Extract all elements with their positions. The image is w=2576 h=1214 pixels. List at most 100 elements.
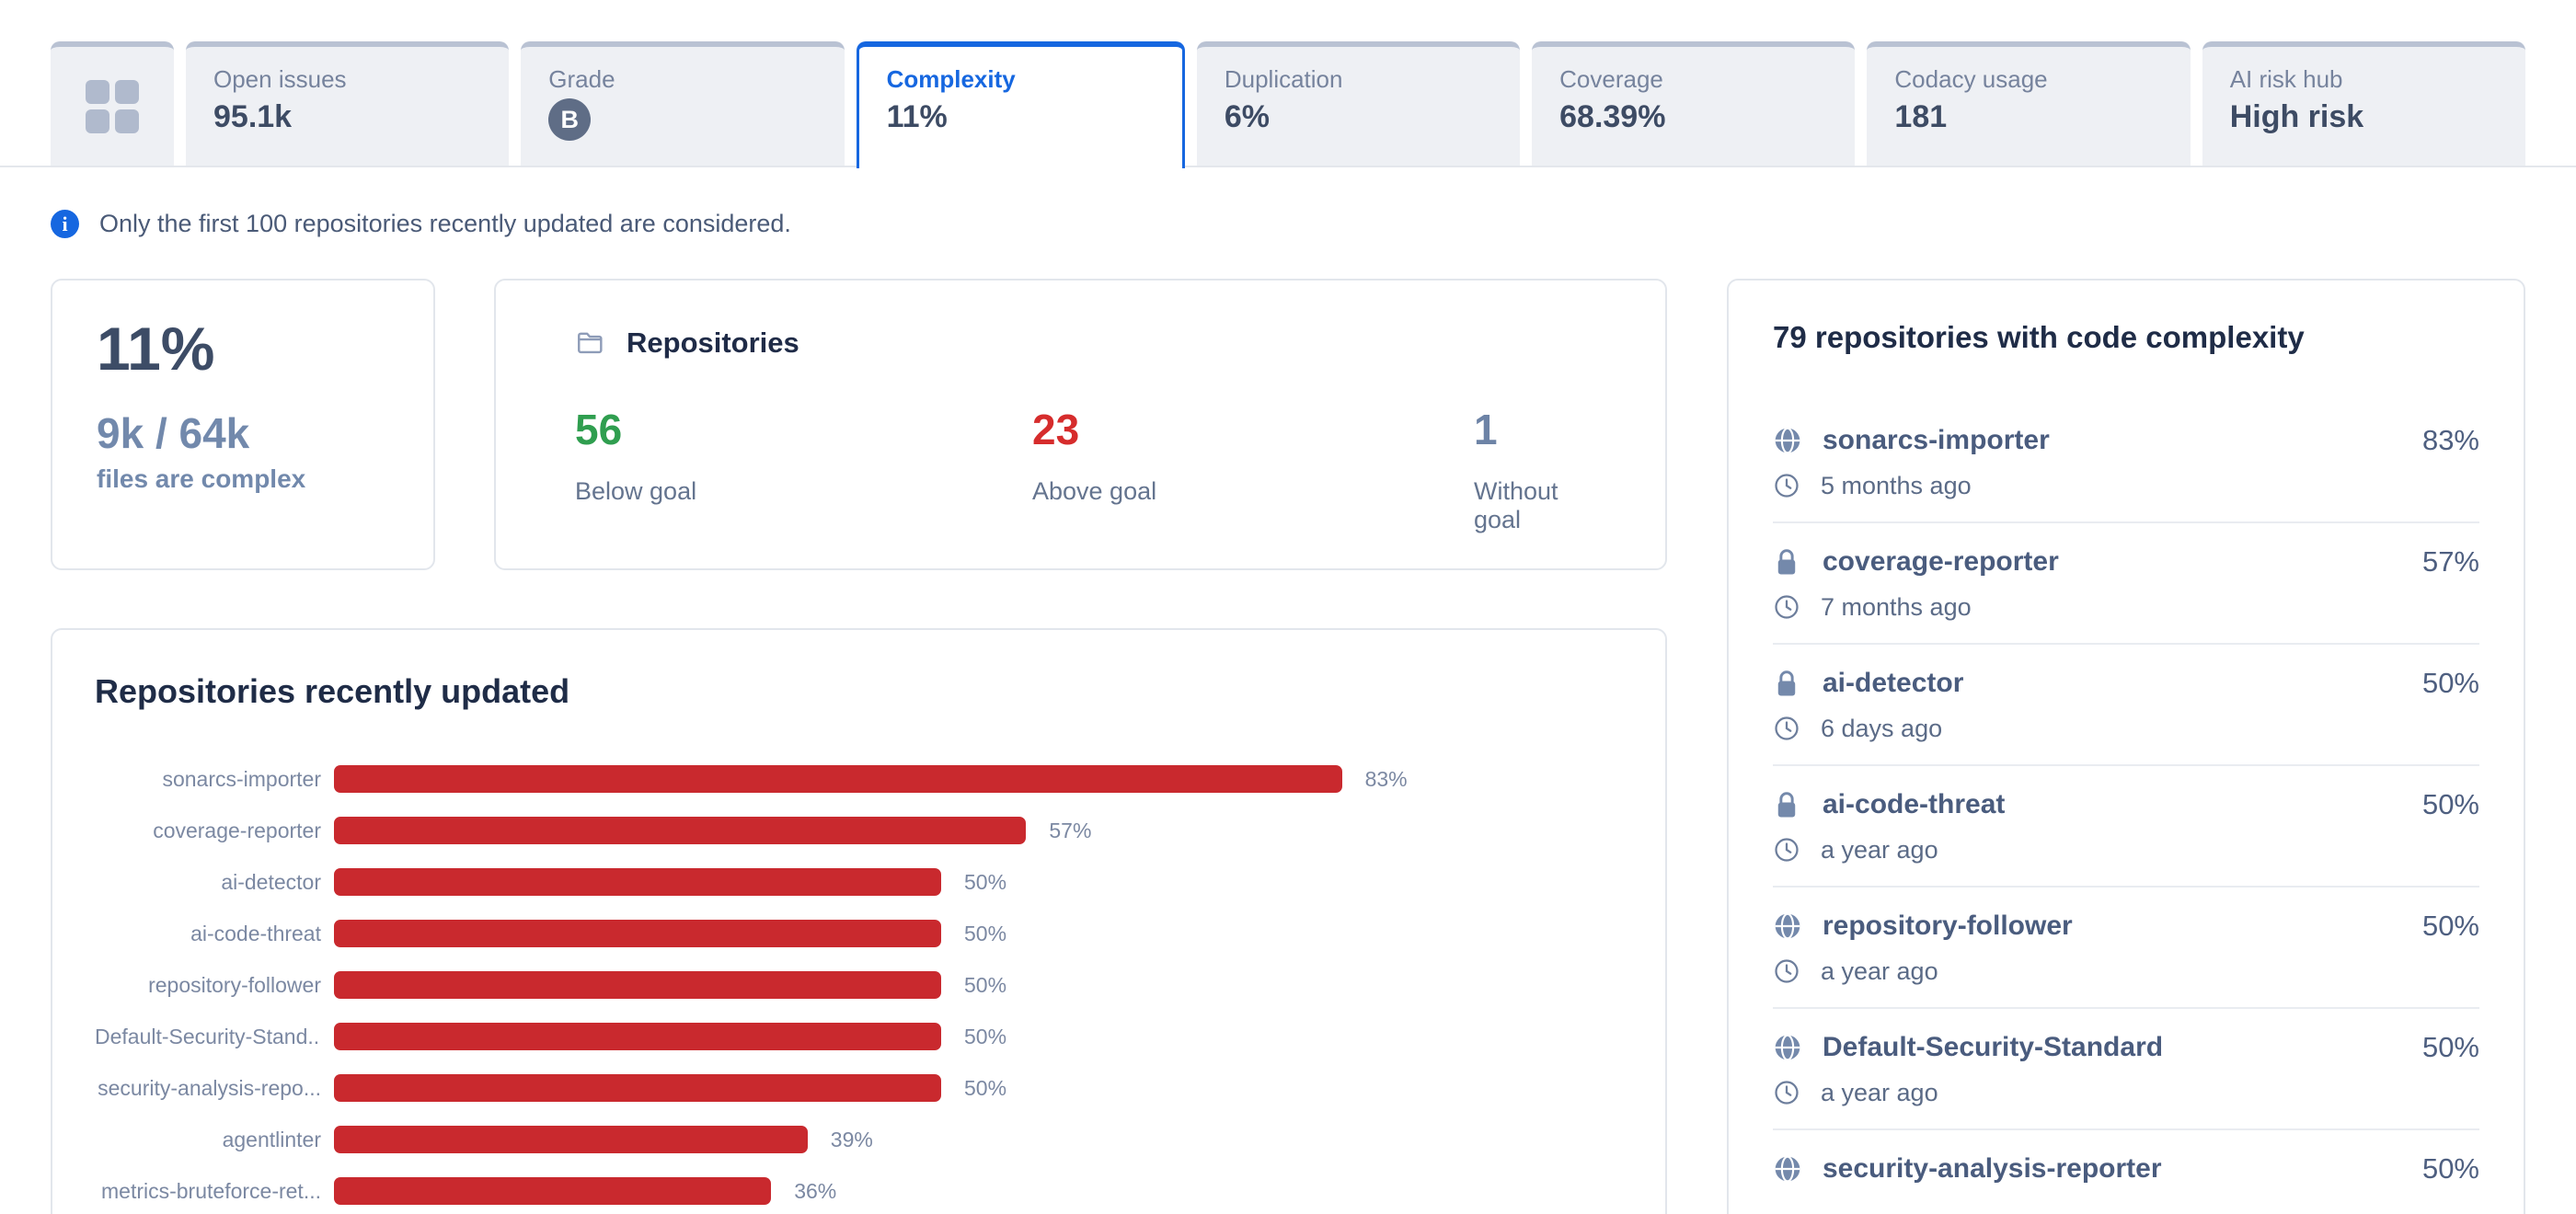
clock-icon <box>1773 593 1800 621</box>
bar-category-label: ai-detector <box>95 870 321 895</box>
without-goal-value: 1 <box>1474 406 1586 453</box>
repo-complexity-percent: 50% <box>2422 910 2479 943</box>
globe-icon <box>1773 911 1802 941</box>
bar-value-label: 39% <box>831 1128 873 1152</box>
bar-value-label: 36% <box>794 1179 836 1204</box>
bar-row: ai-detector 50% <box>95 856 1623 908</box>
bar-row: security-analysis-repo... 50% <box>95 1062 1623 1114</box>
tab-duplication[interactable]: Duplication 6% <box>1197 41 1520 166</box>
bar <box>334 920 941 947</box>
bar-row: metrics-bruteforce-ret... 36% <box>95 1165 1623 1214</box>
tab-value: 181 <box>1894 98 2162 135</box>
repo-updated-time: a year ago <box>1821 957 1938 986</box>
repo-complexity-percent: 50% <box>2422 667 2479 700</box>
bar-row: ai-code-threat 50% <box>95 908 1623 959</box>
bar-value-label: 50% <box>964 1025 1006 1049</box>
grade-badge: B <box>548 98 591 141</box>
tab-coverage[interactable]: Coverage 68.39% <box>1532 41 1855 166</box>
tab-value: B <box>548 98 816 141</box>
globe-icon <box>1773 1154 1802 1184</box>
clock-icon <box>1773 715 1800 742</box>
clock-icon <box>1773 1079 1800 1106</box>
tab-label: Grade <box>548 65 816 93</box>
below-goal-value: 56 <box>575 406 1032 453</box>
bar <box>334 765 1342 793</box>
bar-category-label: sonarcs-importer <box>95 767 321 792</box>
info-banner: i Only the first 100 repositories recent… <box>51 210 791 238</box>
repo-list-item: ai-detector 50% 6 days ago <box>1773 645 2479 766</box>
tab-label: Duplication <box>1225 65 1492 93</box>
repo-list-item: Default-Security-Standard 50% a year ago <box>1773 1009 2479 1130</box>
tab-complexity[interactable]: Complexity 11% <box>857 41 1185 168</box>
clock-icon <box>1773 836 1800 864</box>
repo-list-item: security-analysis-reporter 50% <box>1773 1130 2479 1214</box>
repo-name-link[interactable]: Default-Security-Standard <box>1823 1032 2163 1063</box>
bar-row: repository-follower 50% <box>95 959 1623 1011</box>
repo-name-link[interactable]: ai-code-threat <box>1823 789 2005 820</box>
stat-without-goal: 1 Without goal <box>1474 406 1586 534</box>
repo-name-link[interactable]: coverage-reporter <box>1823 546 2059 578</box>
tab-value: 95.1k <box>213 98 481 135</box>
bar <box>334 868 941 896</box>
complexity-summary-card: 11% 9k / 64k files are complex <box>51 279 435 570</box>
repo-updated-time: a year ago <box>1821 836 1938 865</box>
chart-title: Repositories recently updated <box>95 672 1623 711</box>
bar-value-label: 50% <box>964 973 1006 998</box>
bar <box>334 1177 771 1205</box>
repo-name-link[interactable]: sonarcs-importer <box>1823 425 2050 456</box>
repo-list-item: coverage-reporter 57% 7 months ago <box>1773 523 2479 645</box>
tab-ai-risk-hub[interactable]: AI risk hub High risk <box>2202 41 2525 166</box>
bar <box>334 971 941 999</box>
bar-value-label: 50% <box>964 870 1006 895</box>
info-icon: i <box>51 210 79 238</box>
bar-chart: sonarcs-importer 83% coverage-reporter 5… <box>95 753 1623 1214</box>
bar-row: Default-Security-Stand... 50% <box>95 1011 1623 1062</box>
folder-icon <box>575 327 606 359</box>
repo-updated-time: a year ago <box>1821 1079 1938 1107</box>
bar-category-label: security-analysis-repo... <box>95 1076 321 1101</box>
clock-icon <box>1773 957 1800 985</box>
bar-category-label: metrics-bruteforce-ret... <box>95 1179 321 1204</box>
tab-label: Complexity <box>887 65 1155 93</box>
tab-open-issues[interactable]: Open issues 95.1k <box>186 41 509 166</box>
bar <box>334 1074 941 1102</box>
tab-label: Coverage <box>1559 65 1827 93</box>
bar <box>334 817 1026 844</box>
bar-value-label: 83% <box>1365 767 1408 792</box>
above-goal-label: Above goal <box>1032 477 1474 506</box>
info-banner-text: Only the first 100 repositories recently… <box>99 210 791 238</box>
repo-complexity-percent: 83% <box>2422 424 2479 457</box>
tab-overview[interactable] <box>51 41 174 166</box>
tab-grade[interactable]: Grade B <box>521 41 844 166</box>
above-goal-value: 23 <box>1032 406 1474 453</box>
bar-row: coverage-reporter 57% <box>95 805 1623 856</box>
bar-value-label: 50% <box>964 922 1006 946</box>
repositories-card-title: Repositories <box>627 326 799 360</box>
bar-row: agentlinter 39% <box>95 1114 1623 1165</box>
globe-icon <box>1773 1033 1802 1062</box>
repo-name-link[interactable]: repository-follower <box>1823 910 2073 942</box>
repo-name-link[interactable]: ai-detector <box>1823 668 1963 699</box>
repositories-goal-card: Repositories 56 Below goal 23 Above goal… <box>494 279 1667 570</box>
tab-label: Codacy usage <box>1894 65 2162 93</box>
bar <box>334 1126 808 1153</box>
globe-icon <box>1773 426 1802 455</box>
bar-value-label: 50% <box>964 1076 1006 1101</box>
repo-list-item: sonarcs-importer 83% 5 months ago <box>1773 402 2479 523</box>
tab-codacy-usage[interactable]: Codacy usage 181 <box>1867 41 2190 166</box>
bar-category-label: agentlinter <box>95 1128 321 1152</box>
bar-category-label: Default-Security-Stand... <box>95 1025 321 1049</box>
repo-name-link[interactable]: security-analysis-reporter <box>1823 1153 2162 1185</box>
repo-updated-time: 5 months ago <box>1821 472 1972 500</box>
repo-complexity-percent: 57% <box>2422 545 2479 578</box>
complexity-percent: 11% <box>97 314 389 384</box>
repo-complexity-percent: 50% <box>2422 788 2479 821</box>
tab-value: 6% <box>1225 98 1492 135</box>
without-goal-label: Without goal <box>1474 477 1586 534</box>
bar <box>334 1023 941 1050</box>
recently-updated-chart-card: Repositories recently updated sonarcs-im… <box>51 628 1667 1214</box>
repositories-complexity-card: 79 repositories with code complexity <box>1727 279 2525 1214</box>
bar-category-label: repository-follower <box>95 973 321 998</box>
tab-value: 68.39% <box>1559 98 1827 135</box>
repo-list-item: ai-code-threat 50% a year ago <box>1773 766 2479 888</box>
